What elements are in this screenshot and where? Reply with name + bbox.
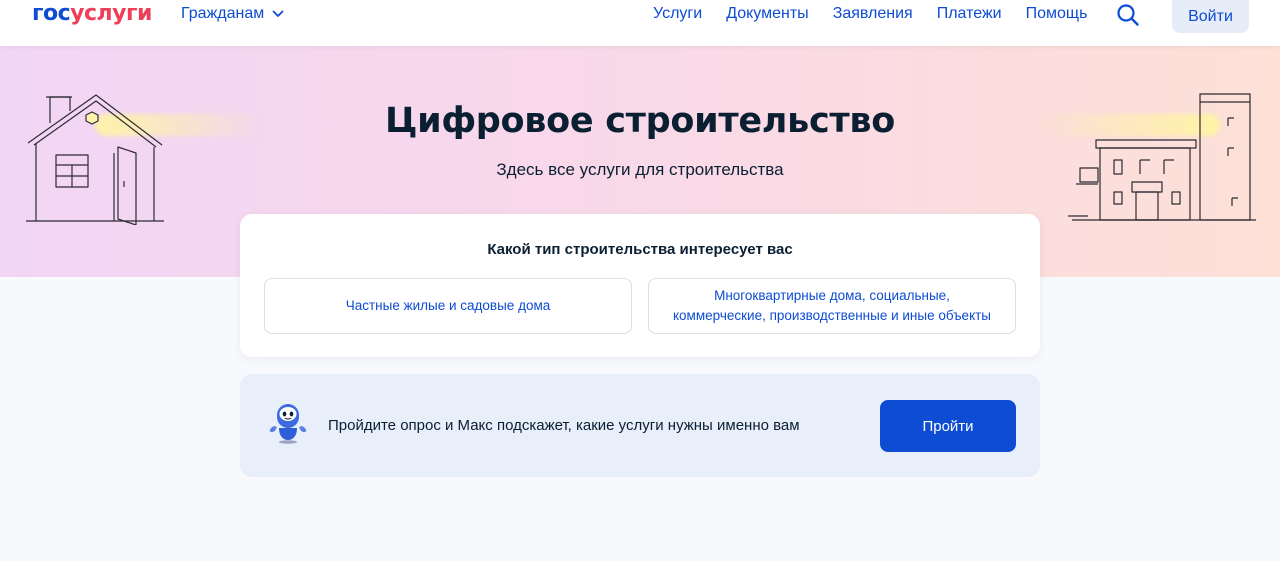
start-quiz-button[interactable]: Пройти [880, 400, 1016, 452]
audience-label: Гражданам [181, 5, 265, 22]
logo-part-gos: гос [32, 1, 71, 26]
search-button[interactable] [1116, 3, 1140, 27]
gosuslugi-logo[interactable]: госуслуги [32, 0, 152, 28]
max-robot-avatar [269, 404, 307, 444]
nav-help[interactable]: Помощь [1026, 4, 1088, 24]
page-title: Цифровое строительство [384, 101, 895, 141]
construction-type-card: Какой тип строительства интересует вас Ч… [240, 214, 1040, 357]
quiz-banner: Пройдите опрос и Макс подскажет, какие у… [240, 374, 1040, 477]
quiz-prompt-text: Пройдите опрос и Макс подскажет, какие у… [328, 417, 800, 434]
apartment-and-other-objects-button[interactable]: Многоквартирные дома, социальные, коммер… [648, 278, 1016, 334]
logo-part-uslugi: услуги [70, 1, 152, 26]
site-header: госуслуги Гражданам Услуги Документы Зая… [0, 0, 1280, 46]
page-subtitle: Здесь все услуги для строительства [496, 160, 784, 179]
main-nav: Услуги Документы Заявления Платежи Помощ… [653, 4, 1111, 24]
search-icon [1117, 4, 1139, 26]
nav-applications[interactable]: Заявления [833, 4, 913, 24]
nav-payments[interactable]: Платежи [937, 4, 1002, 24]
nav-services[interactable]: Услуги [653, 4, 702, 24]
construction-type-question: Какой тип строительства интересует вас [487, 241, 793, 258]
nav-documents[interactable]: Документы [726, 4, 808, 24]
audience-dropdown[interactable]: Гражданам [181, 4, 284, 24]
login-button[interactable]: Войти [1172, 0, 1249, 33]
chevron-down-icon [272, 10, 284, 17]
private-houses-button[interactable]: Частные жилые и садовые дома [264, 278, 632, 334]
